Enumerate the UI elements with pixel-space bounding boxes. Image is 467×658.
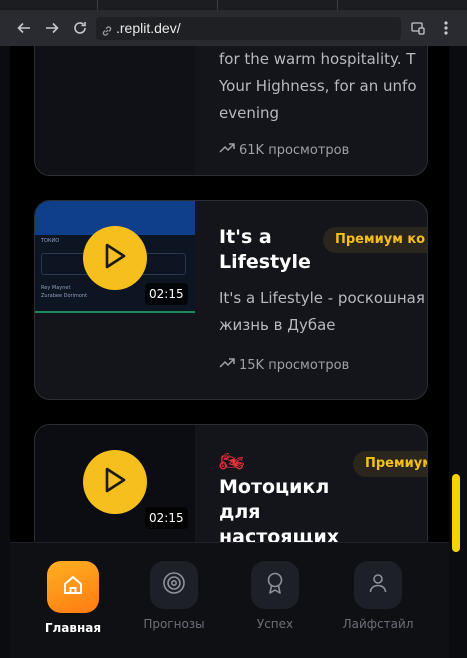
trending-icon bbox=[219, 142, 235, 158]
menu-dots-icon[interactable] bbox=[436, 18, 456, 38]
address-bar[interactable]: .replit.dev/ bbox=[96, 17, 401, 40]
card-description-line: for the warm hospitality. T bbox=[219, 50, 416, 68]
nav-item-forecasts[interactable]: Прогнозы bbox=[129, 561, 219, 631]
browser-tab[interactable] bbox=[218, 0, 338, 10]
cast-icon[interactable] bbox=[408, 18, 428, 38]
forward-icon[interactable] bbox=[42, 18, 62, 38]
video-card[interactable]: for the warm hospitality. T Your Highnes… bbox=[34, 46, 428, 176]
nav-item-success[interactable]: Успех bbox=[230, 561, 320, 631]
nav-label: Прогнозы bbox=[143, 617, 205, 631]
nav-label: Главная bbox=[44, 621, 102, 635]
play-button[interactable] bbox=[83, 226, 147, 290]
nav-button[interactable] bbox=[354, 561, 402, 609]
browser-toolbar: .replit.dev/ bbox=[0, 10, 467, 46]
scrollbar-thumb[interactable] bbox=[452, 474, 460, 552]
video-duration: 02:15 bbox=[145, 507, 188, 529]
thumbnail-text: ТОКИО bbox=[41, 238, 60, 244]
video-thumbnail[interactable] bbox=[35, 46, 195, 175]
nav-label: Успех bbox=[256, 617, 294, 631]
premium-badge: Премиум ко bbox=[323, 227, 427, 253]
card-title[interactable]: Мотоцикл для настоящих bbox=[219, 475, 349, 550]
thumbnail-text: Rey Maynet bbox=[41, 285, 71, 291]
play-button[interactable] bbox=[83, 450, 147, 514]
thumbnail-text: Zurabee Dorimont bbox=[41, 293, 88, 299]
nav-label: Лайфстайл bbox=[342, 617, 414, 631]
nav-button[interactable] bbox=[47, 561, 99, 613]
thumbnail-progress-line bbox=[35, 311, 195, 313]
card-description-line: evening bbox=[219, 104, 280, 122]
nav-item-home[interactable]: Главная bbox=[28, 561, 118, 635]
browser-tab-strip bbox=[0, 0, 467, 10]
target-icon bbox=[162, 571, 186, 599]
premium-badge: Премиум bbox=[353, 451, 427, 477]
user-icon bbox=[367, 572, 389, 598]
award-icon bbox=[264, 571, 286, 599]
browser-tab[interactable] bbox=[98, 0, 218, 10]
nav-button[interactable] bbox=[251, 561, 299, 609]
views-label: 15K просмотров bbox=[239, 357, 350, 373]
video-duration: 02:15 bbox=[145, 283, 188, 305]
nav-item-lifestyle[interactable]: Лайфстайл bbox=[333, 561, 423, 631]
scrollbar-track[interactable] bbox=[449, 46, 467, 658]
views-label: 61K просмотров bbox=[239, 142, 350, 158]
trending-icon bbox=[219, 357, 235, 373]
video-card[interactable]: ТОКИО Rey Maynet Zurabee Dorimont 02:15 … bbox=[34, 200, 428, 400]
motorcycle-emoji: 🏍 bbox=[219, 449, 245, 473]
link-icon bbox=[101, 22, 113, 41]
nav-button[interactable] bbox=[150, 561, 198, 609]
back-icon[interactable] bbox=[14, 18, 34, 38]
play-icon bbox=[102, 466, 128, 498]
browser-tab[interactable] bbox=[0, 0, 98, 10]
views-count: 61K просмотров bbox=[219, 142, 349, 158]
reload-icon[interactable] bbox=[70, 18, 90, 38]
url-text[interactable]: .replit.dev/ bbox=[116, 20, 181, 36]
card-description-line: It's a Lifestyle - роскошная bbox=[219, 289, 425, 307]
bottom-navigation: Главная Прогнозы Успех Лайфстайл bbox=[10, 542, 449, 658]
home-icon bbox=[62, 574, 84, 600]
views-count: 15K просмотров bbox=[219, 357, 349, 373]
video-thumbnail[interactable]: ТОКИО Rey Maynet Zurabee Dorimont 02:15 bbox=[35, 201, 195, 314]
card-description-line: Your Highness, for an unfo bbox=[219, 77, 417, 95]
card-description-line: жизнь в Дубае bbox=[219, 316, 336, 334]
play-icon bbox=[102, 242, 128, 274]
